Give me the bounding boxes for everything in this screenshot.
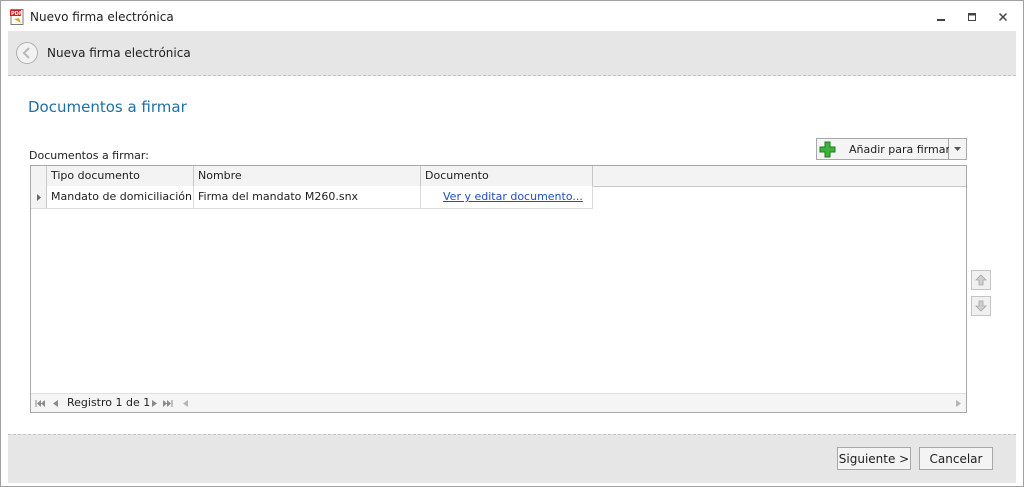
minimize-button[interactable] xyxy=(927,7,955,27)
grid-header: Tipo documento Nombre Documento xyxy=(31,166,966,187)
column-header-nombre[interactable]: Nombre xyxy=(194,166,421,186)
header-title: Nueva firma electrónica xyxy=(47,46,191,60)
restore-icon xyxy=(968,13,976,21)
footer-band: Siguiente > Cancelar xyxy=(8,434,1016,483)
view-edit-document-link[interactable]: Ver y editar documento... xyxy=(443,190,583,203)
close-icon xyxy=(998,12,1008,22)
arrow-up-icon xyxy=(975,274,987,286)
documents-grid: Tipo documento Nombre Documento Mandato … xyxy=(30,165,967,413)
first-record-icon[interactable] xyxy=(34,397,46,409)
cell-nombre[interactable]: Firma del mandato M260.snx xyxy=(194,186,421,208)
minimize-icon xyxy=(937,19,945,21)
next-button[interactable]: Siguiente > xyxy=(837,447,911,470)
title-bar: PDF Nuevo firma electrónica xyxy=(1,1,1023,31)
cancel-button[interactable]: Cancelar xyxy=(919,447,993,470)
add-to-sign-label: Añadir para firmar xyxy=(849,143,951,156)
close-button[interactable] xyxy=(989,7,1017,27)
last-record-icon[interactable] xyxy=(162,397,174,409)
caret-right-icon xyxy=(36,193,41,201)
cell-documento[interactable]: Ver y editar documento... xyxy=(421,186,593,208)
dialog-window: PDF Nuevo firma electrónica Nueva firma … xyxy=(0,0,1024,487)
column-header-tipo[interactable]: Tipo documento xyxy=(47,166,194,186)
scroll-left-icon[interactable] xyxy=(179,397,191,409)
scroll-right-icon[interactable] xyxy=(952,397,964,409)
header-band: Nueva firma electrónica xyxy=(8,31,1016,76)
chevron-down-icon xyxy=(954,147,961,151)
arrow-down-icon xyxy=(975,300,987,312)
previous-record-icon[interactable] xyxy=(49,397,61,409)
section-title: Documentos a firmar xyxy=(28,98,187,116)
column-header-documento[interactable]: Documento xyxy=(421,166,593,186)
cell-tipo[interactable]: Mandato de domiciliación xyxy=(47,186,194,208)
add-dropdown-button[interactable] xyxy=(949,138,967,160)
pdf-icon: PDF xyxy=(10,9,26,25)
documents-label: Documentos a firmar: xyxy=(29,149,149,162)
record-counter: Registro 1 de 1 xyxy=(67,396,151,409)
svg-text:PDF: PDF xyxy=(11,11,22,17)
table-row[interactable]: Mandato de domiciliación Firma del manda… xyxy=(31,186,593,209)
plus-icon xyxy=(819,141,836,158)
grid-navigator: Registro 1 de 1 xyxy=(31,393,966,412)
back-arrow-icon[interactable] xyxy=(15,41,39,65)
maximize-button[interactable] xyxy=(958,7,986,27)
move-down-button[interactable] xyxy=(971,296,991,316)
next-record-icon[interactable] xyxy=(148,397,160,409)
move-up-button[interactable] xyxy=(971,270,991,290)
window-title: Nuevo firma electrónica xyxy=(30,10,174,24)
add-to-sign-button[interactable]: Añadir para firmar xyxy=(816,138,951,160)
row-indicator xyxy=(31,186,47,208)
header-indicator-cell xyxy=(31,166,47,186)
